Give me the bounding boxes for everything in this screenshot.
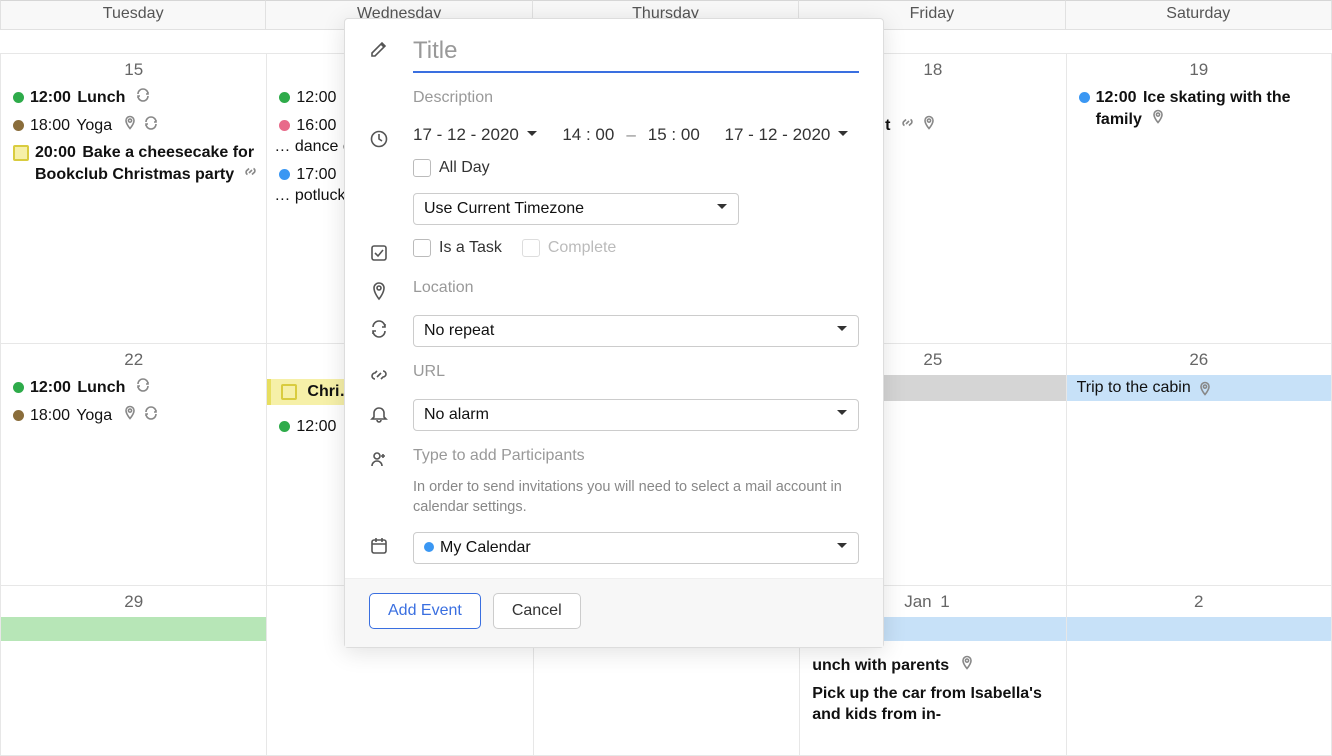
date-number: 26 [1067,344,1331,374]
event-item[interactable]: 18:00 Yoga [1,402,266,430]
event-dot-icon [279,169,290,180]
location-icon [1150,109,1165,124]
day-header-saturday: Saturday [1066,0,1332,30]
task-square-icon [13,145,29,161]
event-dot-icon [1079,92,1090,103]
url-input[interactable]: URL [413,361,859,383]
event-dot-icon [13,382,24,393]
event-item[interactable]: 12:00 Ice skating with the family [1067,84,1331,133]
start-date-picker[interactable]: 17 - 12 - 2020 [413,125,538,145]
event-dot-icon [13,410,24,421]
end-time-picker[interactable]: 15 : 00 [648,125,700,145]
event-dot-icon [13,120,24,131]
description-input[interactable]: Description [413,87,859,109]
add-event-button[interactable]: Add Event [369,593,481,629]
repeat-icon [135,377,150,392]
link-icon [900,115,915,130]
location-icon [1197,381,1212,396]
location-input[interactable]: Location [413,277,859,299]
participants-icon [369,449,389,469]
alarm-select[interactable]: No alarm [413,399,859,431]
event-item[interactable]: 20:00 Bake a cheesecake for Bookclub Chr… [1,139,266,188]
day-cell[interactable]: 26 Trip to the cabin [1066,344,1332,586]
calendar-icon [369,536,389,556]
date-number: 29 [1,586,266,616]
clock-icon [369,129,389,149]
location-icon [369,281,389,301]
repeat-icon [135,87,150,102]
task-square-icon [281,384,297,400]
event-dot-icon [279,421,290,432]
all-day-checkbox[interactable]: All Day [413,159,490,177]
repeat-icon [369,319,389,339]
all-day-event[interactable] [1,617,266,641]
event-dot-icon [13,92,24,103]
link-icon [243,164,258,179]
calendar-select[interactable]: My Calendar [413,532,859,564]
event-item[interactable]: 18:00 Yoga [1,112,266,140]
task-icon [369,243,389,263]
cancel-button[interactable]: Cancel [493,593,581,629]
edit-icon [369,39,389,59]
complete-checkbox: Complete [522,239,616,257]
new-event-dialog: Description 17 - 12 - 2020 14 : 00 – 15 … [344,18,884,648]
event-item[interactable]: unch with parents [800,652,1065,680]
location-icon [959,655,974,670]
title-input[interactable] [413,35,859,73]
participants-input[interactable]: Type to add Participants [413,445,859,467]
date-number: 22 [1,344,266,374]
repeat-icon [143,405,158,420]
event-item[interactable]: Pick up the car from Isabella's and kids… [800,680,1065,729]
is-task-checkbox[interactable]: Is a Task [413,239,502,257]
all-day-event[interactable]: Trip to the cabin [1067,375,1331,401]
location-icon [122,115,137,130]
day-header-tuesday: Tuesday [0,0,266,30]
day-cell[interactable]: 29 [0,586,266,756]
repeat-icon [143,115,158,130]
participants-note: In order to send invitations you will ne… [413,477,859,518]
location-icon [122,405,137,420]
day-cell[interactable]: 22 12:00 Lunch 18:00 Yoga [0,344,266,586]
repeat-select[interactable]: No repeat [413,315,859,347]
event-dot-icon [279,92,290,103]
date-number: 19 [1067,54,1331,84]
day-cell[interactable]: 19 12:00 Ice skating with the family [1066,54,1332,344]
date-number: 15 [1,54,266,84]
link-icon [369,365,389,385]
end-date-picker[interactable]: 17 - 12 - 2020 [725,125,850,145]
start-time-picker[interactable]: 14 : 00 [562,125,614,145]
calendar-dot-icon [424,542,434,552]
location-icon [921,115,936,130]
month-label: Jan [904,592,931,612]
event-dot-icon [279,120,290,131]
day-cell[interactable]: 15 12:00 Lunch 18:00 Yoga 20:00 Bake a c… [0,54,266,344]
event-item[interactable]: 12:00 Lunch [1,84,266,112]
all-day-event[interactable] [1067,617,1331,641]
date-number: 2 [1067,586,1331,616]
event-item[interactable]: 12:00 Lunch [1,374,266,402]
bell-icon [369,403,389,423]
timezone-select[interactable]: Use Current Timezone [413,193,739,225]
day-cell[interactable]: 2 [1066,586,1332,756]
